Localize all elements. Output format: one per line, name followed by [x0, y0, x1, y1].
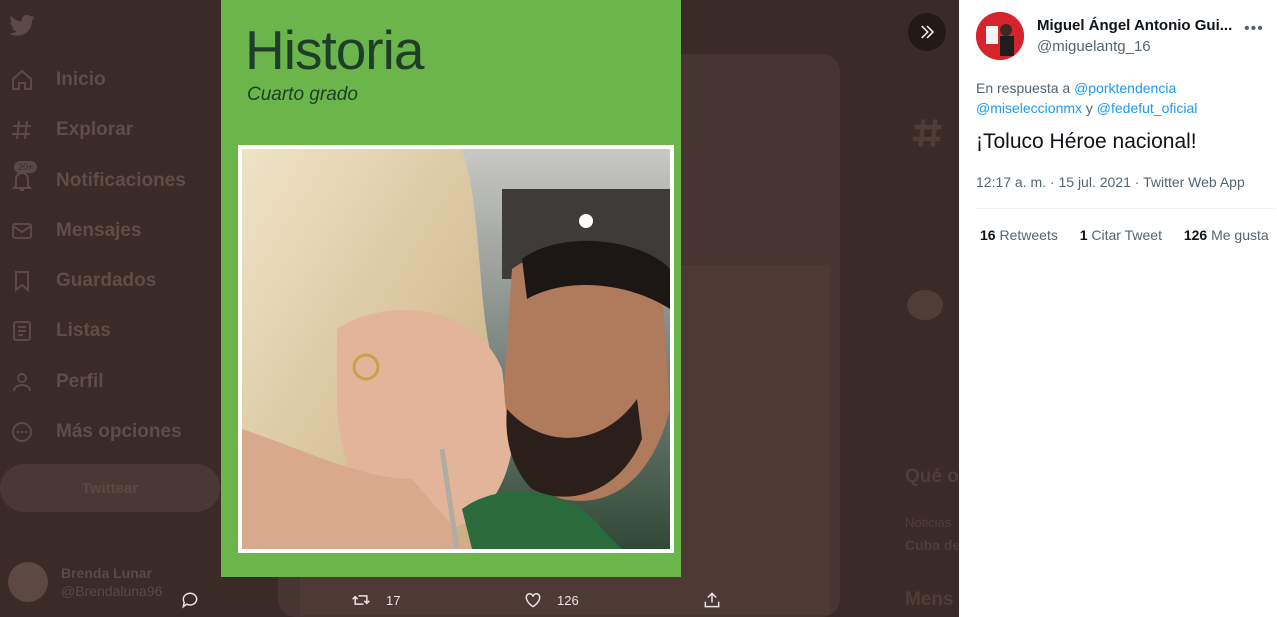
- sidebar-item-label: Inicio: [56, 69, 106, 90]
- reply-icon: [182, 592, 198, 609]
- share-button[interactable]: [702, 590, 722, 610]
- retweet-count: 17: [386, 592, 401, 608]
- retweet-icon: [352, 595, 370, 605]
- quotes-count: 1: [1079, 227, 1088, 243]
- author-name[interactable]: Miguel Ángel Antonio Gui...: [1037, 17, 1232, 34]
- bookmark-icon: [8, 267, 36, 295]
- photo: [242, 149, 670, 549]
- divider: [976, 208, 1276, 209]
- retweets-stat[interactable]: 16 Retweets: [980, 227, 1058, 243]
- sidebar-item-label: Explorar: [56, 119, 134, 140]
- trend-name: Cuba de: [905, 537, 961, 553]
- sidebar: Inicio Explorar 20+ Notificaciones Mensa…: [0, 0, 240, 617]
- list-icon: [8, 317, 36, 345]
- retweets-label: Retweets: [999, 227, 1058, 243]
- heart-icon: [525, 592, 541, 608]
- media-action-bar: 17 126: [0, 584, 959, 617]
- person-icon: [8, 368, 36, 396]
- author-handle[interactable]: @miguelantg_16: [1037, 38, 1151, 55]
- like-button[interactable]: 126: [523, 590, 579, 610]
- twitter-logo-icon[interactable]: [8, 12, 36, 40]
- trends-title: Qué o: [905, 466, 959, 487]
- sidebar-item-label: Perfil: [56, 371, 104, 392]
- tweet-button[interactable]: Twittear: [0, 464, 220, 512]
- account-name: Brenda Lunar: [61, 565, 153, 581]
- likes-count: 126: [1183, 227, 1208, 243]
- notification-badge: 20+: [14, 161, 38, 173]
- book-title: Historia: [245, 19, 424, 81]
- sidebar-item-explore[interactable]: Explorar: [8, 110, 133, 150]
- sidebar-item-bookmarks[interactable]: Guardados: [8, 261, 156, 301]
- hashtag-icon: [913, 119, 942, 147]
- mail-icon: [8, 217, 36, 245]
- tweet-text: ¡Toluco Héroe nacional!: [976, 130, 1197, 153]
- share-icon: [704, 592, 720, 608]
- author-avatar[interactable]: [976, 12, 1024, 60]
- tweet-media-image[interactable]: Historia Cuarto grado: [221, 0, 681, 577]
- reply-context: En respuesta a @porktendencia @miselecci…: [976, 78, 1266, 118]
- sidebar-item-home[interactable]: Inicio: [8, 60, 106, 100]
- mention-link[interactable]: @fedefut_oficial: [1097, 100, 1198, 116]
- sidebar-item-label: Listas: [56, 320, 111, 341]
- tweet-detail-panel: Miguel Ángel Antonio Gui... @miguelantg_…: [959, 0, 1277, 617]
- sidebar-item-messages[interactable]: Mensajes: [8, 211, 142, 251]
- chevron-double-right-icon: [921, 25, 935, 39]
- sidebar-item-label: Más opciones: [56, 421, 182, 442]
- like-count: 126: [557, 592, 579, 608]
- trend-image: [907, 290, 943, 320]
- expand-panel-button[interactable]: [908, 13, 946, 51]
- reply-button[interactable]: [180, 590, 200, 610]
- mention-link[interactable]: @miseleccionmx: [976, 100, 1082, 116]
- sidebar-item-label: Guardados: [56, 270, 157, 291]
- retweets-count: 16: [980, 227, 996, 243]
- quotes-label: Citar Tweet: [1091, 227, 1162, 243]
- hashtag-icon: [8, 116, 36, 144]
- trends-column: [895, 55, 959, 617]
- tweet-timestamp[interactable]: 12:17 a. m. · 15 jul. 2021 · Twitter Web…: [976, 174, 1245, 190]
- sidebar-item-notifications[interactable]: 20+ Notificaciones: [8, 161, 186, 201]
- quotes-stat[interactable]: 1 Citar Tweet: [1080, 227, 1162, 243]
- retweet-button[interactable]: 17: [350, 590, 400, 610]
- sidebar-item-profile[interactable]: Perfil: [8, 362, 104, 402]
- reply-prefix: En respuesta a: [976, 80, 1071, 96]
- sidebar-item-label: Mensajes: [56, 220, 142, 241]
- bell-icon: 20+: [8, 161, 38, 195]
- photo-frame: [238, 145, 674, 553]
- more-options-icon[interactable]: •••: [1244, 20, 1264, 38]
- trend-category: Noticias: [905, 515, 952, 530]
- sidebar-item-more[interactable]: Más opciones: [8, 412, 182, 452]
- book-subtitle: Cuarto grado: [247, 84, 358, 105]
- sidebar-item-label: Notificaciones: [56, 170, 186, 191]
- more-circle-icon: [8, 418, 36, 446]
- likes-label: Me gusta: [1211, 227, 1269, 243]
- reply-conjunction: y: [1085, 100, 1093, 116]
- likes-stat[interactable]: 126 Me gusta: [1184, 227, 1269, 243]
- mention-link[interactable]: @porktendencia: [1074, 80, 1176, 96]
- sidebar-item-lists[interactable]: Listas: [8, 311, 111, 351]
- home-icon: [8, 66, 36, 94]
- tweet-stats: 16 Retweets 1 Citar Tweet 126 Me gusta: [980, 227, 1277, 243]
